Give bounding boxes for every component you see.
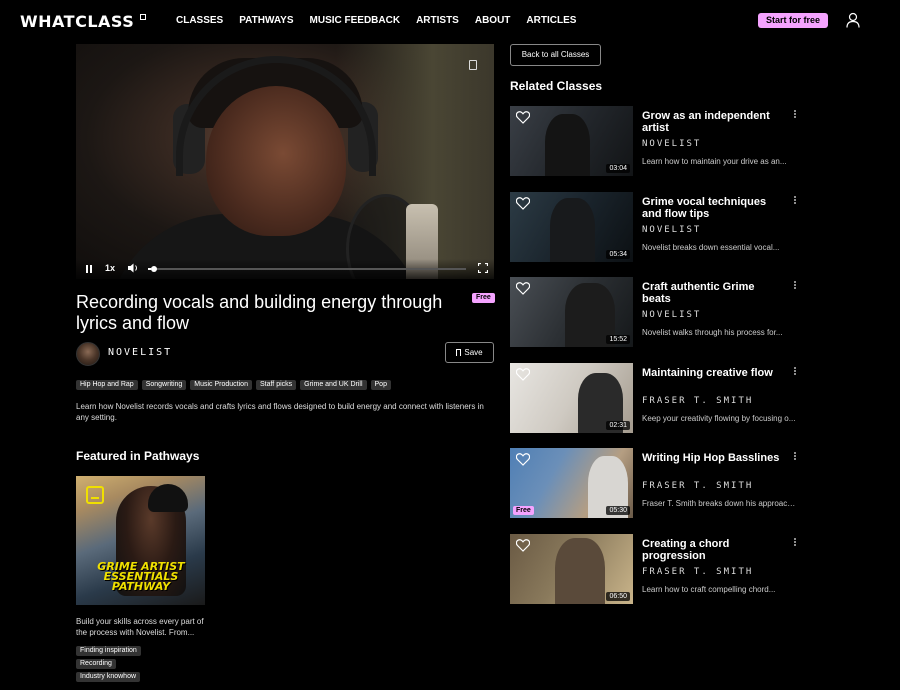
class-thumbnail[interactable]: 06:50	[510, 534, 633, 604]
more-options-icon[interactable]	[794, 196, 797, 205]
heart-icon[interactable]	[516, 539, 530, 552]
logo-badge-icon	[140, 14, 146, 20]
class-thumbnail[interactable]: 15:52	[510, 277, 633, 347]
duration-badge: 06:50	[606, 592, 630, 601]
pathway-tags: Finding inspiration Recording Industry k…	[76, 646, 141, 685]
duration-badge: 05:34	[606, 250, 630, 259]
tag[interactable]: Staff picks	[255, 380, 297, 390]
class-title[interactable]: Grime vocal techniques and flow tips	[642, 196, 782, 220]
class-description: Fraser T. Smith breaks down his approach…	[642, 499, 798, 508]
more-options-icon[interactable]	[794, 110, 797, 119]
pathway-tag[interactable]: Finding inspiration	[76, 646, 141, 656]
more-options-icon[interactable]	[794, 538, 797, 547]
pathway-tag[interactable]: Recording	[76, 659, 116, 669]
duration-badge: 02:31	[606, 421, 630, 430]
pathway-title: GRIME ARTIST ESSENTIALS PATHWAY	[97, 560, 185, 593]
progress-knob[interactable]	[151, 266, 158, 272]
player-controls: 1x	[76, 259, 494, 279]
class-description: Learn how to maintain your drive as an..…	[642, 157, 787, 166]
duration-badge: 03:04	[606, 164, 630, 173]
start-for-free-button[interactable]: Start for free	[758, 13, 828, 28]
bookmark-icon	[456, 349, 462, 356]
nav-link-pathways[interactable]: PATHWAYS	[239, 15, 293, 26]
related-class-card[interactable]: Free 05:30 Writing Hip Hop Basslines FRASER…	[510, 448, 800, 518]
pathway-description: Build your skills across every part of t…	[76, 617, 204, 637]
user-icon[interactable]	[846, 12, 860, 28]
class-artist[interactable]: NOVELIST	[642, 225, 701, 235]
class-artist[interactable]: FRASER T. SMITH	[642, 396, 753, 406]
heart-icon[interactable]	[516, 197, 530, 210]
class-title[interactable]: Maintaining creative flow	[642, 367, 782, 379]
heart-icon[interactable]	[516, 282, 530, 295]
pathway-tag[interactable]: Industry knowhow	[76, 672, 141, 682]
save-label: Save	[464, 348, 483, 357]
free-badge: Free	[472, 293, 495, 303]
free-badge: Free	[513, 506, 534, 515]
nav-link-music-feedback[interactable]: MUSIC FEEDBACK	[310, 15, 401, 26]
more-options-icon[interactable]	[794, 452, 797, 461]
class-thumbnail[interactable]: 03:04	[510, 106, 633, 176]
class-description: Novelist breaks down essential vocal...	[642, 243, 780, 252]
featured-heading: Featured in Pathways	[76, 449, 200, 463]
class-thumbnail[interactable]: 05:34	[510, 192, 633, 262]
class-artist[interactable]: NOVELIST	[642, 139, 701, 149]
nav-link-about[interactable]: ABOUT	[475, 15, 511, 26]
tag[interactable]: Songwriting	[141, 380, 187, 390]
class-title[interactable]: Writing Hip Hop Basslines	[642, 452, 782, 464]
pathway-thumbnail[interactable]: GRIME ARTIST ESSENTIALS PATHWAY	[76, 476, 205, 605]
volume-icon[interactable]	[127, 262, 139, 274]
avatar[interactable]	[76, 342, 100, 366]
nav-links: CLASSES PATHWAYS MUSIC FEEDBACK ARTISTS …	[176, 15, 592, 26]
logo[interactable]: WHATCLASS	[20, 12, 134, 31]
tag[interactable]: Hip Hop and Rap	[76, 380, 138, 390]
playback-speed[interactable]: 1x	[105, 263, 115, 273]
save-button[interactable]: Save	[445, 342, 494, 363]
nav-link-classes[interactable]: CLASSES	[176, 15, 223, 26]
tag[interactable]: Grime and UK Drill	[300, 380, 367, 390]
class-artist[interactable]: FRASER T. SMITH	[642, 567, 753, 577]
more-options-icon[interactable]	[794, 281, 797, 290]
class-title[interactable]: Creating a chord progression	[642, 538, 782, 562]
class-description: Novelist walks through his process for..…	[642, 328, 783, 337]
lesson-description: Learn how Novelist records vocals and cr…	[76, 402, 484, 422]
class-artist[interactable]: FRASER T. SMITH	[642, 481, 753, 491]
fullscreen-icon[interactable]	[478, 263, 488, 273]
class-thumbnail[interactable]: Free 05:30	[510, 448, 633, 518]
nav-link-artists[interactable]: ARTISTS	[416, 15, 459, 26]
heart-icon[interactable]	[516, 368, 530, 381]
artist-name[interactable]: NOVELIST	[108, 347, 172, 358]
more-options-icon[interactable]	[794, 367, 797, 376]
pathway-logo-icon	[86, 486, 104, 504]
lesson-title: Recording vocals and building energy thr…	[76, 292, 443, 333]
class-thumbnail[interactable]: 02:31	[510, 363, 633, 433]
related-class-card[interactable]: 15:52 Craft authentic Grime beats NOVELIST…	[510, 277, 800, 347]
captions-icon[interactable]	[469, 60, 477, 70]
related-heading: Related Classes	[510, 79, 603, 93]
class-title[interactable]: Craft authentic Grime beats	[642, 281, 782, 305]
back-to-classes-button[interactable]: Back to all Classes	[510, 44, 601, 66]
duration-badge: 05:30	[606, 506, 630, 515]
related-class-card[interactable]: 02:31 Maintaining creative flow FRASER T. …	[510, 363, 800, 433]
video-player[interactable]: 1x	[76, 44, 494, 279]
tag[interactable]: Pop	[370, 380, 391, 390]
class-artist[interactable]: NOVELIST	[642, 310, 701, 320]
class-title[interactable]: Grow as an independent artist	[642, 110, 782, 134]
heart-icon[interactable]	[516, 111, 530, 124]
tag[interactable]: Music Production	[190, 380, 252, 390]
pause-icon[interactable]	[84, 263, 94, 275]
related-class-card[interactable]: 05:34 Grime vocal techniques and flow tip…	[510, 192, 800, 262]
progress-bar[interactable]	[148, 266, 466, 272]
related-class-card[interactable]: 03:04 Grow as an independent artist NOVELI…	[510, 106, 800, 176]
heart-icon[interactable]	[516, 453, 530, 466]
duration-badge: 15:52	[606, 335, 630, 344]
nav-link-articles[interactable]: ARTICLES	[526, 15, 576, 26]
related-class-card[interactable]: 06:50 Creating a chord progression FRASER …	[510, 534, 800, 604]
class-description: Learn how to craft compelling chord...	[642, 585, 776, 594]
lesson-tags: Hip Hop and Rap Songwriting Music Produc…	[76, 380, 496, 390]
class-description: Keep your creativity flowing by focusing…	[642, 414, 796, 423]
top-nav: WHATCLASS CLASSES PATHWAYS MUSIC FEEDBAC…	[0, 0, 900, 42]
